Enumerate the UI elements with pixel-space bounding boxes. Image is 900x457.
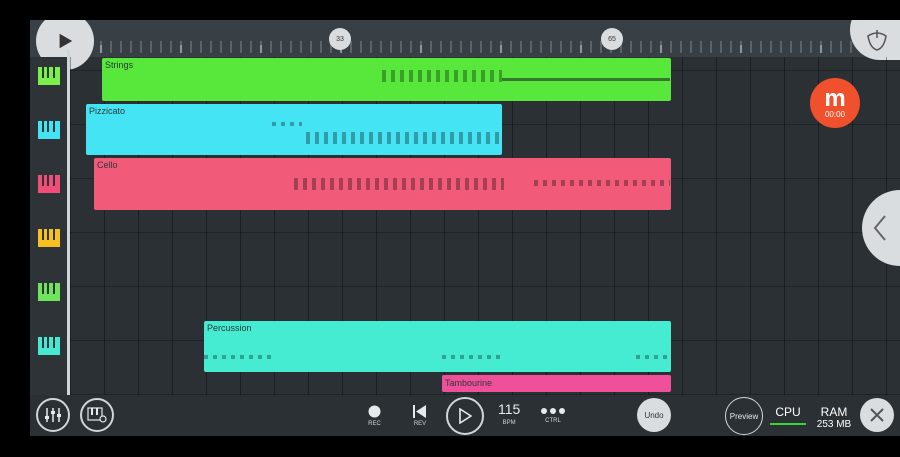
mixer-icon [45, 408, 61, 422]
clip-notes [204, 355, 274, 359]
playlist-app: 33 65 Strings Pizzicato Cello Percussion… [30, 20, 900, 436]
bpm-control[interactable]: 115 BPM [498, 401, 520, 426]
piano-cyan-icon[interactable] [38, 121, 60, 139]
transport-play-button[interactable] [446, 397, 484, 435]
bpm-value: 115 [498, 401, 521, 417]
piano-pink-icon[interactable] [38, 175, 60, 193]
rec-button[interactable]: REC [368, 405, 381, 427]
record-icon [368, 405, 381, 418]
ctrl-label: CTRL [545, 418, 561, 424]
close-button[interactable] [860, 398, 894, 432]
cpu-bar [770, 423, 806, 425]
cpu-meter: CPU [770, 405, 806, 425]
timeline-ruler[interactable]: 33 65 [30, 20, 900, 57]
clip-percussion[interactable]: Percussion [204, 321, 671, 372]
clip-notes [442, 355, 504, 359]
rewind-icon [413, 405, 426, 418]
preview-button[interactable]: Preview [725, 397, 763, 435]
piano-green-icon[interactable] [38, 283, 60, 301]
ruler-marker-33[interactable]: 33 [329, 28, 351, 50]
clip-notes [306, 132, 501, 144]
clip-cello[interactable]: Cello [94, 158, 671, 210]
cpu-label: CPU [775, 405, 801, 419]
bpm-label: BPM [502, 420, 516, 426]
clip-strings[interactable]: Strings [102, 58, 671, 101]
clip-notes [294, 178, 504, 190]
screen-recorder-badge[interactable]: m 00:00 [810, 78, 860, 128]
ctrl-button[interactable]: CTRL [541, 407, 565, 424]
ram-label: RAM [820, 405, 848, 419]
chevron-left-icon [873, 215, 886, 241]
play-icon [459, 408, 472, 424]
piano-settings-button[interactable] [80, 398, 114, 432]
clip-notes [272, 122, 302, 126]
mixer-button[interactable] [36, 398, 70, 432]
ram-value: 253 MB [816, 419, 852, 430]
rev-button[interactable]: REV [413, 405, 427, 427]
recorder-time: 00:00 [824, 109, 846, 119]
clip-name: Pizzicato [89, 106, 126, 116]
ruler-major-ticks [100, 45, 900, 53]
rev-label: REV [413, 421, 427, 427]
clip-name: Cello [97, 160, 118, 170]
clip-notes [534, 180, 670, 186]
fruit-logo-icon [867, 30, 887, 51]
piano-green-icon[interactable] [38, 67, 60, 85]
more-dots-icon [541, 408, 565, 414]
piano-gear-icon [87, 407, 107, 423]
undo-button[interactable]: Undo [637, 398, 671, 432]
rec-label: REC [368, 421, 381, 427]
clip-tambourine[interactable]: Tambourine [442, 375, 671, 392]
track-headers [30, 57, 68, 395]
clip-name: Tambourine [445, 378, 493, 388]
clip-name: Strings [105, 60, 134, 70]
clip-notes [382, 70, 502, 82]
playhead-line[interactable] [67, 50, 70, 395]
transport-bar: REC REV 115 BPM CTRL Undo Preview CPU RA… [30, 395, 900, 436]
ruler-marker-65[interactable]: 65 [601, 28, 623, 50]
clip-name: Percussion [207, 323, 252, 333]
piano-yellow-icon[interactable] [38, 229, 60, 247]
play-icon [59, 33, 73, 49]
piano-teal-icon[interactable] [38, 337, 60, 355]
ram-meter: RAM 253 MB [812, 405, 856, 430]
clip-notes [502, 78, 670, 81]
recorder-logo: m [824, 84, 846, 112]
clip-notes [636, 355, 670, 359]
clip-pizzicato[interactable]: Pizzicato [86, 104, 502, 155]
close-icon [870, 408, 884, 422]
